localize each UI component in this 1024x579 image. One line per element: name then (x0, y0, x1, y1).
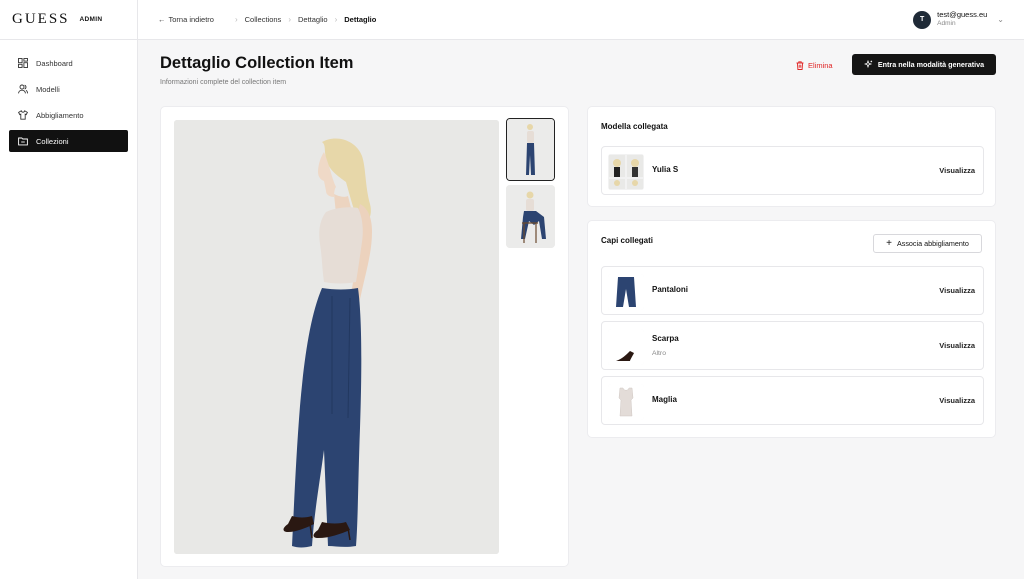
linked-model-title: Modella collegata (601, 122, 668, 131)
gallery-card (160, 106, 569, 567)
model-avatar-image (608, 154, 644, 190)
user-role: Admin (937, 20, 956, 28)
view-model-link[interactable]: Visualizza (939, 166, 975, 175)
breadcrumb: ← Torna indietro › Collections › Dettagl… (158, 15, 376, 24)
thumbnail-image (507, 119, 554, 180)
garment-name: Maglia (652, 395, 677, 404)
dashboard-grid-icon (18, 58, 28, 68)
user-menu[interactable]: T test@guess.eu Admin ⌄ (913, 10, 1004, 29)
crumb-current: Dettaglio (344, 15, 377, 24)
garment-thumbnail (608, 384, 644, 420)
sidebar: Dashboard Modelli Abbigliamento Collezio… (0, 40, 138, 579)
model-name: Yulia S (652, 165, 679, 174)
garment-row-scarpa[interactable]: Scarpa Altro Visualizza (601, 321, 984, 370)
linked-model-card: Modella collegata Yulia S Visualizza (587, 106, 996, 207)
sidebar-item-label: Collezioni (36, 136, 69, 146)
garment-name: Scarpa (652, 334, 679, 343)
associate-garment-button[interactable]: + Associa abbigliamento (873, 234, 982, 253)
garment-thumbnail (608, 329, 644, 365)
sidebar-item-dashboard[interactable]: Dashboard (9, 52, 128, 74)
admin-badge: ADMIN (79, 16, 103, 23)
model-photo-illustration (174, 120, 499, 554)
garment-row-maglia[interactable]: Maglia Visualizza (601, 376, 984, 425)
view-garment-link[interactable]: Visualizza (939, 341, 975, 350)
avatar: T (913, 10, 932, 29)
brand-area: GUESS ADMIN (0, 0, 138, 40)
sidebar-item-label: Dashboard (36, 58, 73, 68)
back-label: Torna indietro (168, 15, 214, 24)
thumbnail-1[interactable] (506, 118, 555, 181)
back-link[interactable]: ← Torna indietro (158, 15, 214, 24)
chevron-down-icon: ⌄ (997, 15, 1004, 24)
main-product-photo[interactable] (174, 120, 499, 554)
sidebar-item-modelli[interactable]: Modelli (9, 78, 128, 100)
page-subtitle: Informazioni complete del collection ite… (160, 79, 287, 86)
linked-garments-title: Capi collegati (601, 236, 654, 245)
top-header: ← Torna indietro › Collections › Dettagl… (138, 0, 1024, 40)
delete-button[interactable]: Elimina (790, 56, 839, 74)
trash-icon (796, 60, 804, 70)
guess-logo[interactable]: GUESS (12, 11, 70, 28)
sparkle-icon (863, 60, 873, 69)
thumbnail-2[interactable] (506, 185, 555, 248)
linked-model-row[interactable]: Yulia S Visualizza (601, 146, 984, 195)
chevron-right-icon: › (234, 15, 238, 24)
associate-label: Associa abbigliamento (896, 239, 969, 248)
view-garment-link[interactable]: Visualizza (939, 396, 975, 405)
user-email: test@guess.eu (937, 10, 988, 20)
sidebar-item-collezioni[interactable]: Collezioni (9, 130, 128, 152)
arrow-left-icon: ← (158, 15, 166, 24)
linked-garments-card: Capi collegati + Associa abbigliamento P… (587, 220, 996, 438)
delete-label: Elimina (808, 60, 833, 70)
sidebar-item-label: Modelli (36, 84, 60, 94)
crumb-detail[interactable]: Dettaglio (298, 15, 328, 24)
garment-thumbnail (608, 274, 644, 310)
thumbnail-image (506, 185, 555, 248)
generative-label: Entra nella modalità generativa (877, 60, 985, 69)
sidebar-item-label: Abbigliamento (36, 110, 84, 120)
shirt-icon (18, 110, 28, 120)
garment-name: Pantaloni (652, 285, 689, 294)
folder-icon (18, 137, 28, 146)
plus-icon: + (886, 237, 892, 249)
garment-row-pantaloni[interactable]: Pantaloni Visualizza (601, 266, 984, 315)
users-icon (18, 84, 28, 94)
crumb-collections[interactable]: Collections (245, 15, 282, 24)
generative-mode-button[interactable]: Entra nella modalità generativa (852, 54, 996, 75)
garment-category: Altro (652, 350, 666, 357)
view-garment-link[interactable]: Visualizza (939, 286, 975, 295)
sidebar-item-abbigliamento[interactable]: Abbigliamento (9, 104, 128, 126)
chevron-right-icon: › (288, 15, 291, 24)
chevron-right-icon: › (334, 15, 338, 24)
page-title: Dettaglio Collection Item (160, 54, 354, 72)
